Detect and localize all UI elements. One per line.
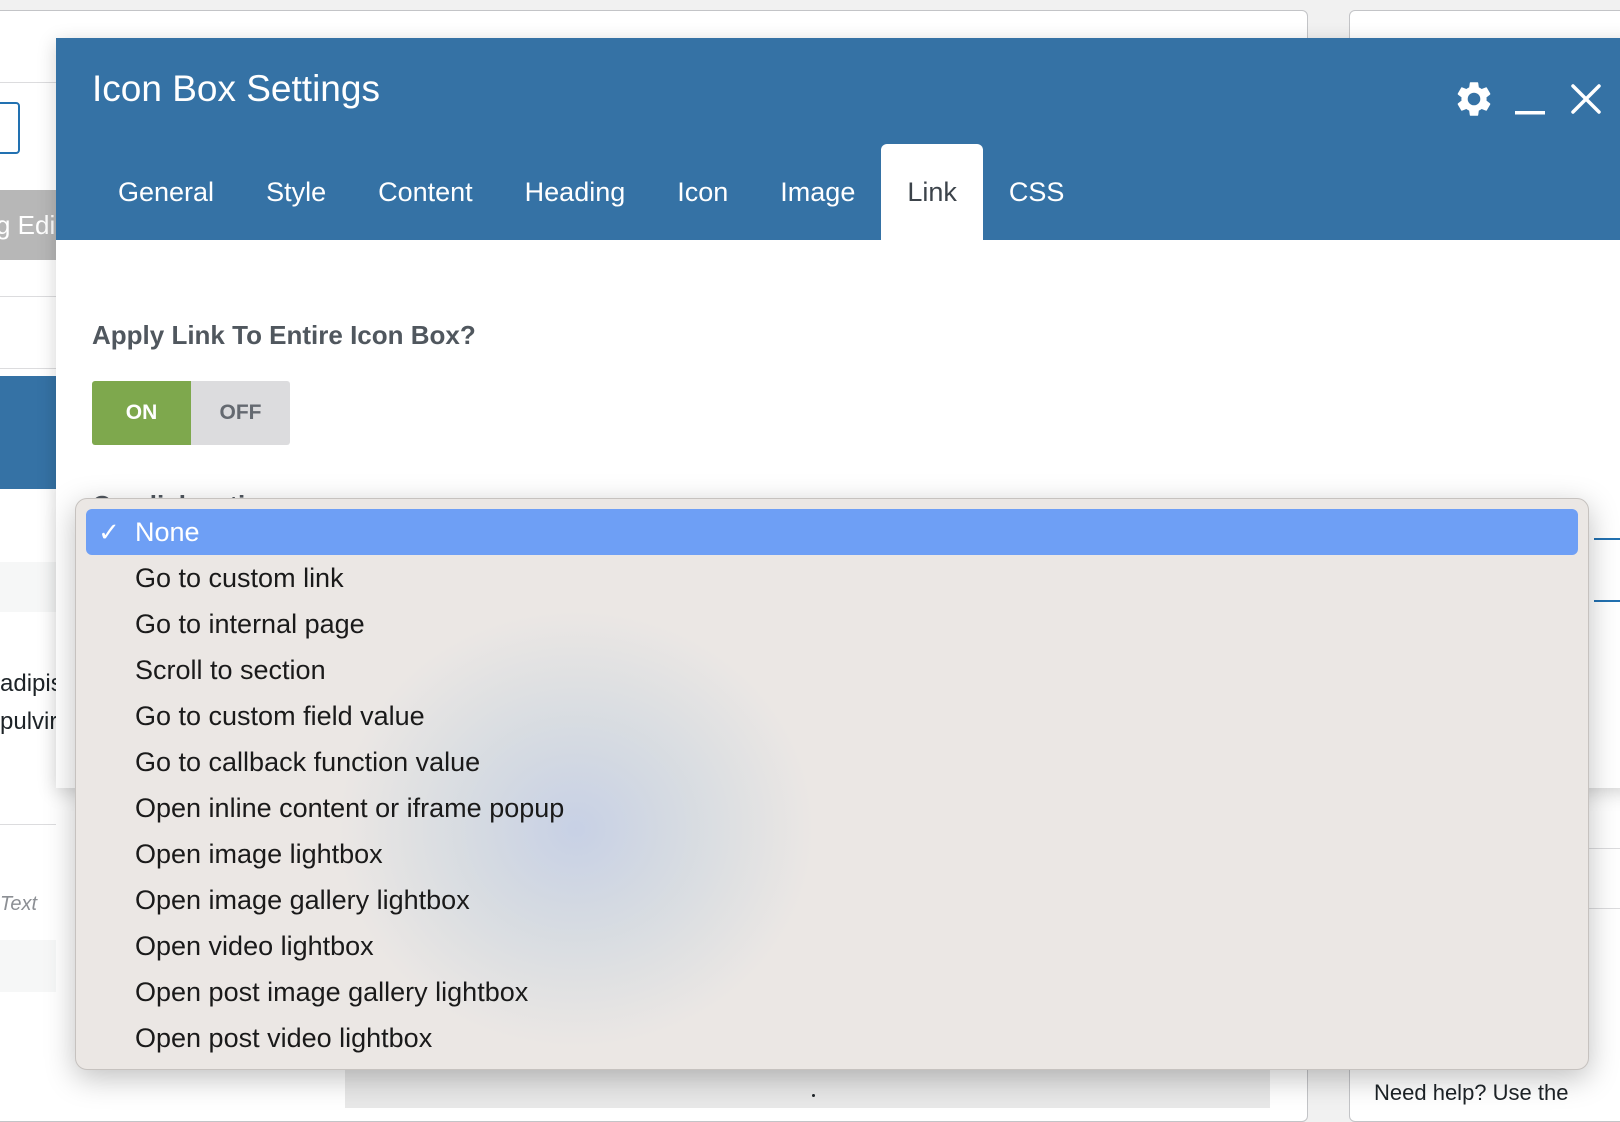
dropdown-option-custom-link[interactable]: Go to custom link bbox=[86, 555, 1578, 601]
background-band bbox=[0, 562, 56, 612]
tab-style[interactable]: Style bbox=[240, 144, 352, 240]
tab-content[interactable]: Content bbox=[352, 144, 499, 240]
toggle-off-option[interactable]: OFF bbox=[191, 381, 290, 445]
dropdown-option-callback-function[interactable]: Go to callback function value bbox=[86, 739, 1578, 785]
dropdown-option-label: None bbox=[135, 517, 200, 547]
divider bbox=[1588, 908, 1620, 909]
dropdown-option-post-gallery-lightbox[interactable]: Open post image gallery lightbox bbox=[86, 969, 1578, 1015]
dropdown-option-scroll-to-section[interactable]: Scroll to section bbox=[86, 647, 1578, 693]
dropdown-options-list: ✓ None Go to custom link Go to internal … bbox=[76, 499, 1588, 1069]
background-input[interactable] bbox=[0, 102, 20, 154]
on-click-action-dropdown: ✓ None Go to custom link Go to internal … bbox=[75, 498, 1589, 1070]
background-tab[interactable]: g Edi bbox=[0, 190, 56, 260]
tab-heading[interactable]: Heading bbox=[499, 144, 652, 240]
dropdown-option-internal-page[interactable]: Go to internal page bbox=[86, 601, 1578, 647]
modal-title: Icon Box Settings bbox=[92, 68, 380, 109]
settings-tabs: General Style Content Heading Icon Image… bbox=[92, 144, 1090, 240]
apply-link-toggle[interactable]: ON OFF bbox=[92, 381, 290, 445]
settings-button[interactable] bbox=[1446, 74, 1502, 124]
toggle-on-option[interactable]: ON bbox=[92, 381, 191, 445]
close-button[interactable] bbox=[1558, 74, 1614, 124]
tab-image[interactable]: Image bbox=[754, 144, 881, 240]
decorative-dot bbox=[812, 1094, 815, 1097]
dropdown-option-none[interactable]: ✓ None bbox=[86, 509, 1578, 555]
tab-general[interactable]: General bbox=[92, 144, 240, 240]
dropdown-option-inline-popup[interactable]: Open inline content or iframe popup bbox=[86, 785, 1578, 831]
divider bbox=[0, 296, 56, 297]
dropdown-option-image-lightbox[interactable]: Open image lightbox bbox=[86, 831, 1578, 877]
divider bbox=[0, 368, 56, 369]
tab-link[interactable]: Link bbox=[881, 144, 983, 240]
background-text-line: pulvir bbox=[0, 708, 56, 735]
tab-css[interactable]: CSS bbox=[983, 144, 1091, 240]
checkmark-icon: ✓ bbox=[98, 517, 120, 547]
dropdown-option-gallery-lightbox[interactable]: Open image gallery lightbox bbox=[86, 877, 1578, 923]
modal-header: Icon Box Settings General Style Content … bbox=[56, 38, 1620, 240]
background-placeholder-text: Text bbox=[0, 893, 38, 915]
on-click-action-select[interactable] bbox=[1594, 538, 1620, 602]
gear-icon bbox=[1457, 82, 1491, 116]
divider bbox=[0, 824, 56, 825]
header-controls bbox=[1446, 74, 1614, 124]
close-icon bbox=[1571, 84, 1601, 114]
background-band bbox=[0, 940, 56, 992]
background-text-line: adipis bbox=[0, 670, 56, 697]
divider bbox=[1588, 848, 1620, 849]
apply-link-label: Apply Link To Entire Icon Box? bbox=[92, 320, 476, 350]
divider bbox=[0, 82, 56, 83]
background-band bbox=[345, 1068, 1270, 1108]
tab-icon[interactable]: Icon bbox=[651, 144, 754, 240]
sidebar-help-text[interactable]: Need help? Use the bbox=[1374, 1080, 1568, 1106]
dropdown-option-post-video-lightbox[interactable]: Open post video lightbox bbox=[86, 1015, 1578, 1061]
minimize-button[interactable] bbox=[1502, 74, 1558, 124]
dropdown-option-video-lightbox[interactable]: Open video lightbox bbox=[86, 923, 1578, 969]
background-blue-block bbox=[0, 376, 56, 489]
dropdown-option-custom-field-value[interactable]: Go to custom field value bbox=[86, 693, 1578, 739]
minimize-icon bbox=[1515, 111, 1545, 115]
